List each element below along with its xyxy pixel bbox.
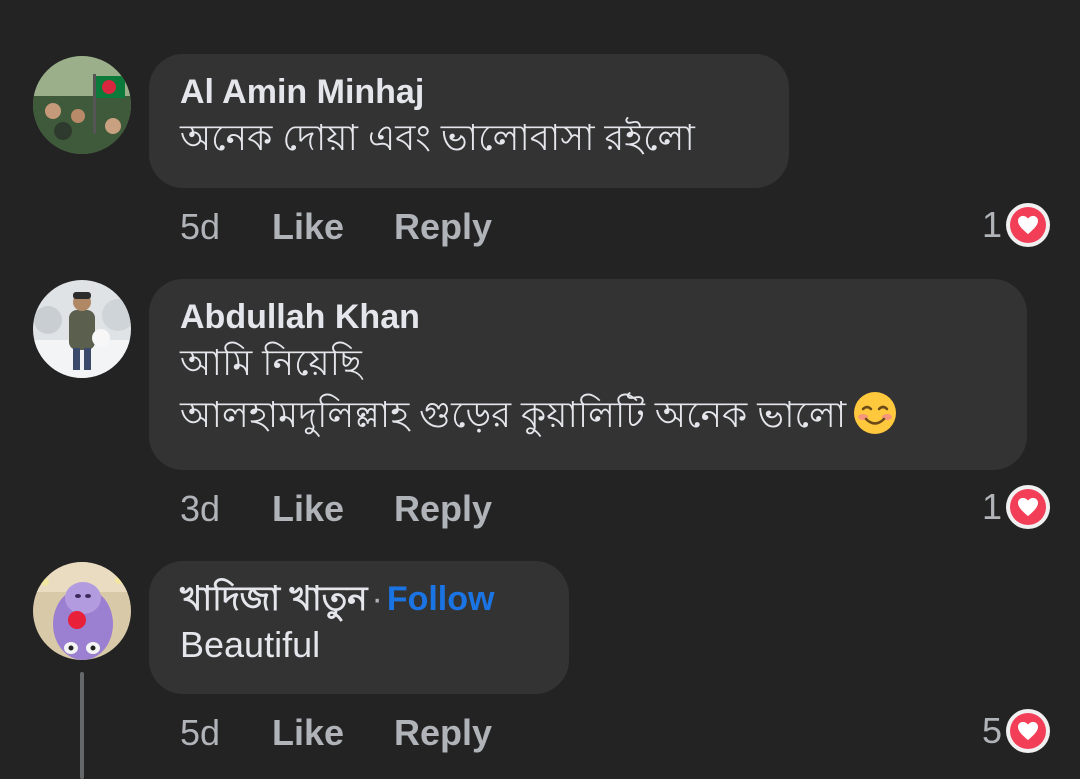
comment-text-line-1: আমি নিয়েছি — [180, 342, 362, 383]
comment-text: Beautiful — [180, 624, 321, 665]
timestamp[interactable]: 3d — [180, 489, 220, 529]
reaction-count: 1 — [981, 486, 1002, 527]
smiling-face-emoji-icon — [854, 392, 897, 435]
timestamp[interactable]: 5d — [180, 207, 220, 247]
heart-icon — [1006, 203, 1050, 247]
comment-bubble: Abdullah Khan আমি নিয়েছি আলহামদুলিল্লাহ… — [149, 279, 1027, 470]
author-line: খাদিজা খাতুন · Follow — [180, 579, 537, 619]
comment-text: আলহামদুলিল্লাহ গুড়ের কুয়ালিটি অনেক ভাল… — [180, 394, 847, 435]
like-button[interactable]: Like — [272, 207, 344, 247]
reply-thread-line — [80, 672, 84, 779]
avatar[interactable] — [33, 280, 131, 378]
comment-text: অনেক দোয়া এবং ভালোবাসা রইলো — [180, 117, 695, 158]
avatar[interactable] — [33, 562, 131, 660]
reaction-summary[interactable]: 1 — [982, 203, 1050, 247]
avatar-photo-icon — [33, 280, 131, 378]
reaction-summary[interactable]: 1 — [982, 485, 1050, 529]
author-name[interactable]: Abdullah Khan — [180, 297, 995, 337]
heart-icon — [1006, 709, 1050, 753]
reaction-count: 1 — [981, 204, 1002, 245]
reply-button[interactable]: Reply — [394, 489, 492, 529]
avatar-photo-icon — [33, 56, 131, 154]
comment-bubble: Al Amin Minhaj অনেক দোয়া এবং ভালোবাসা র… — [149, 54, 789, 188]
comment-bubble: খাদিজা খাতুন · Follow Beautiful — [149, 561, 569, 694]
like-button[interactable]: Like — [272, 713, 344, 753]
reply-button[interactable]: Reply — [394, 713, 492, 753]
reply-button[interactable]: Reply — [394, 207, 492, 247]
author-name[interactable]: খাদিজা খাতুন — [180, 580, 368, 618]
avatar[interactable] — [33, 56, 131, 154]
like-button[interactable]: Like — [272, 489, 344, 529]
reaction-count: 5 — [981, 710, 1002, 751]
reaction-summary[interactable]: 5 — [982, 709, 1050, 753]
avatar-photo-icon — [33, 562, 131, 660]
follow-button[interactable]: Follow — [387, 580, 495, 618]
separator-dot: · — [371, 580, 383, 618]
comment-text-line-2: আলহামদুলিল্লাহ গুড়ের কুয়ালিটি অনেক ভাল… — [180, 389, 995, 441]
timestamp[interactable]: 5d — [180, 713, 220, 753]
heart-icon — [1006, 485, 1050, 529]
author-name[interactable]: Al Amin Minhaj — [180, 72, 757, 112]
